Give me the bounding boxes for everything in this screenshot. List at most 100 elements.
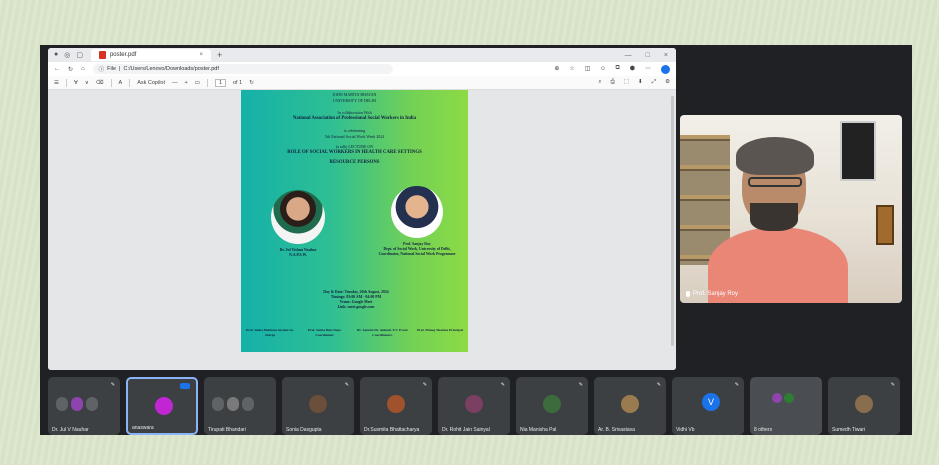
favorite-icon[interactable]: ☆ — [569, 65, 574, 74]
mic-off-icon: ✎ — [656, 382, 661, 388]
url-field[interactable]: ⓘ File | C:/Users/Lenovo/Downloads/poste… — [92, 64, 393, 74]
more-icon[interactable]: ⋯ — [645, 65, 651, 74]
rotate-icon[interactable]: ↻ — [249, 80, 254, 86]
zoom-out-button[interactable]: — — [172, 80, 178, 86]
mic-off-icon: ✎ — [422, 382, 427, 388]
extensions-icon[interactable]: ⬢ — [630, 65, 635, 74]
mic-off-icon: ✎ — [578, 382, 583, 388]
participant-name: Sumedh Tiwari — [832, 427, 866, 433]
save-icon[interactable]: ⬚ — [624, 79, 629, 86]
print-icon[interactable]: ⎙ — [610, 79, 614, 86]
event-details: Day & Date: Tuesday, 20th August, 2024 T… — [281, 290, 431, 310]
participant-tile[interactable]: ✎ Sumedh Tiwari — [828, 377, 900, 435]
others-tile[interactable]: 8 others — [750, 377, 822, 435]
meeting-window: ● ◎ ▢ poster.pdf × + — □ × ← ↻ ⌂ ⓘ File … — [40, 45, 912, 435]
pin-icon[interactable] — [56, 397, 68, 411]
minimize-button[interactable]: — — [625, 52, 632, 59]
footer-person: Prof. Smita Bahman Section In-charge — [246, 328, 294, 337]
zoom-icon[interactable]: ⊕ — [554, 65, 559, 74]
participant-tile[interactable]: ✎ Dr. Jul V Nauhar — [48, 377, 120, 435]
participant-name: 8 others — [754, 427, 773, 433]
refresh-icon[interactable]: ↻ — [68, 66, 73, 73]
poster-topic: ROLE OF SOCIAL WORKERS IN HEALTH CARE SE… — [287, 150, 422, 155]
speaker-org: Dept. of Social Work, University of Delh… — [378, 247, 456, 256]
highlight-icon[interactable]: ∨ — [85, 80, 89, 86]
participant-tile[interactable]: ✎ V Vidhi Vb — [672, 377, 744, 435]
close-window-button[interactable]: × — [664, 52, 668, 59]
speaker-photo — [391, 186, 443, 238]
contents-icon[interactable]: ☰ — [54, 80, 59, 86]
participant-tile[interactable]: Tirupati Bhandari — [204, 377, 276, 435]
tab-poster-pdf[interactable]: poster.pdf × — [90, 49, 211, 61]
more-options-icon[interactable] — [86, 397, 98, 411]
participant-name: Dr. Jul V Nauhar — [52, 427, 89, 433]
draw-icon[interactable]: ∀ — [74, 80, 78, 86]
maximize-button[interactable]: □ — [646, 52, 650, 59]
participant-tile[interactable]: ✎ Dr. Rohit Jain Sainyal — [438, 377, 510, 435]
save-as-icon[interactable]: ⬇ — [638, 79, 643, 86]
favorites-icon[interactable]: ✩ — [600, 65, 605, 74]
profile-icon[interactable]: ● — [54, 51, 58, 59]
poster-footer: Prof. Smita Bahman Section In-charge Pro… — [245, 328, 465, 337]
avatar — [621, 395, 639, 413]
participant-tile[interactable]: anaswara — [126, 377, 198, 435]
participant-tile[interactable]: ✎ Nia Manisha Pal — [516, 377, 588, 435]
more-options-icon[interactable] — [242, 397, 254, 411]
speaker-label: Prof. Sanjay Roy — [686, 291, 738, 297]
copilot-icon[interactable] — [661, 64, 670, 74]
scrollbar[interactable] — [671, 96, 674, 346]
tab-close-icon[interactable]: × — [199, 52, 203, 58]
pdf-toolbar: ☰ ∀ ∨ ⌫ A Ask Copilot — + ▭ 1 of 1 ↻ ⌕ ⎙ — [48, 76, 676, 90]
footer-person: Prof. Smita Dutt Dept. Coordinator — [307, 328, 342, 337]
mic-off-icon: ✎ — [890, 382, 895, 388]
read-aloud-icon[interactable]: A — [119, 80, 123, 86]
speaker-hair — [736, 137, 814, 175]
footer-person: Prof. Manoj Sharma Principal — [417, 328, 463, 332]
ask-copilot-button[interactable]: Ask Copilot — [137, 80, 165, 86]
fit-page-icon[interactable]: ▭ — [195, 80, 200, 86]
divider — [206, 78, 208, 87]
others-avatars — [772, 393, 794, 403]
participant-strip: ✎ Dr. Jul V Nauhar anaswara Tirupati Bha… — [48, 377, 908, 435]
participant-tile[interactable]: ✎ Sonia Dasgupta — [282, 377, 354, 435]
zoom-in-button[interactable]: + — [185, 80, 188, 86]
beard — [750, 203, 798, 231]
speaker-video-tile[interactable]: Prof. Sanjay Roy — [680, 115, 902, 303]
event-link: Link: meet.google.com — [337, 305, 375, 309]
tab-title: poster.pdf — [109, 52, 137, 58]
new-tab-button[interactable]: + — [217, 50, 222, 60]
participant-name: anaswara — [132, 425, 154, 431]
workspaces-icon[interactable]: ◎ — [64, 51, 70, 59]
pdf-icon — [98, 51, 106, 59]
participant-name: Dr. Rohit Jain Sainyal — [442, 427, 490, 433]
settings-icon[interactable]: ⚙ — [665, 79, 670, 86]
avatar — [227, 397, 239, 411]
mic-off-icon: ✎ — [500, 382, 505, 388]
collections-icon[interactable]: ⧉ — [615, 65, 619, 74]
avatar — [309, 395, 327, 413]
search-icon[interactable]: ⌕ — [598, 79, 601, 86]
avatar: V — [702, 393, 720, 411]
speaking-badge — [180, 383, 190, 389]
background-frame: ● ◎ ▢ poster.pdf × + — □ × ← ↻ ⌂ ⓘ File … — [0, 0, 939, 465]
split-screen-icon[interactable]: ◫ — [585, 65, 591, 74]
participant-name: Sonia Dasgupta — [286, 427, 322, 433]
glasses — [748, 177, 802, 187]
page-number-input[interactable]: 1 — [214, 78, 226, 87]
erase-icon[interactable]: ⌫ — [96, 80, 104, 86]
address-bar: ← ↻ ⌂ ⓘ File | C:/Users/Lenovo/Downloads… — [48, 62, 676, 76]
participant-tile[interactable]: ✎ Ar. B. Srivastava — [594, 377, 666, 435]
fullscreen-icon[interactable]: ⤢ — [652, 79, 656, 86]
footer-person: Dr. Ajavuti Dr. Ankush T.V. Event Coordi… — [356, 328, 408, 337]
tab-actions-icon[interactable]: ▢ — [76, 51, 83, 59]
speaker-name-block: Dr. Jul Vishnu Nauhar N.A.P.S.W. — [261, 248, 335, 258]
back-icon[interactable]: ← — [54, 66, 60, 72]
speaker-tile-name: Prof. Sanjay Roy — [693, 291, 739, 297]
pdf-viewer: JOHN MARTIN BHAVAN UNIVERSITY OF DELHI I… — [48, 90, 676, 370]
pin-icon[interactable] — [212, 397, 224, 411]
home-icon[interactable]: ⌂ — [81, 66, 85, 72]
participant-tile[interactable]: ✎ Dr.Susmita Bhattacharya — [360, 377, 432, 435]
background-frame-art — [876, 205, 894, 245]
poster-line: UNIVERSITY OF DELHI — [333, 98, 376, 103]
url-text: C:/Users/Lenovo/Downloads/poster.pdf — [123, 66, 219, 72]
